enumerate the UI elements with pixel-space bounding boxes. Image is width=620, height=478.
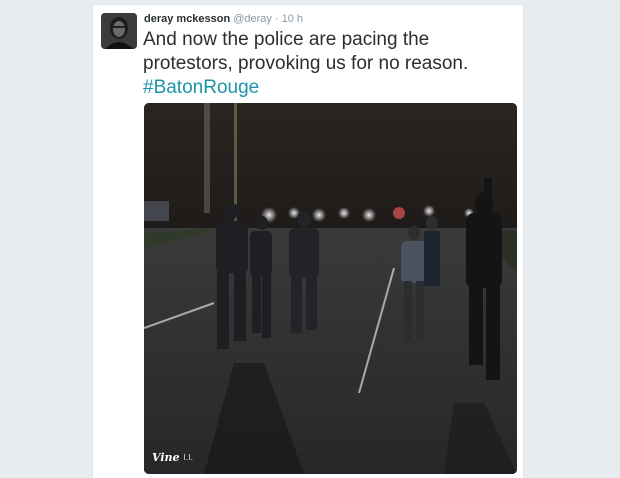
- tweet-text: And now the police are pacing the protes…: [143, 28, 513, 100]
- author-name[interactable]: deray mckesson: [144, 13, 230, 25]
- hashtag-link[interactable]: #BatonRouge: [143, 76, 513, 100]
- meta-separator: ·: [274, 13, 279, 25]
- vine-badge: Vine l.l.: [152, 451, 193, 464]
- tweet-body: And now the police are pacing the protes…: [143, 29, 469, 74]
- vine-loop-indicator: l.l.: [183, 453, 194, 462]
- timeline-page: deray mckesson @deray · 10 h And now the po…: [0, 0, 620, 478]
- vine-video[interactable]: Vine l.l.: [144, 103, 517, 474]
- vine-logo: Vine: [152, 451, 180, 464]
- author-handle[interactable]: @deray: [233, 13, 272, 25]
- tweet-card[interactable]: deray mckesson @deray · 10 h And now the po…: [92, 4, 524, 478]
- tweet-timestamp[interactable]: 10 h: [282, 13, 303, 25]
- video-frame: [144, 103, 517, 474]
- tweet-header: deray mckesson @deray · 10 h: [144, 12, 303, 26]
- avatar[interactable]: [101, 13, 137, 49]
